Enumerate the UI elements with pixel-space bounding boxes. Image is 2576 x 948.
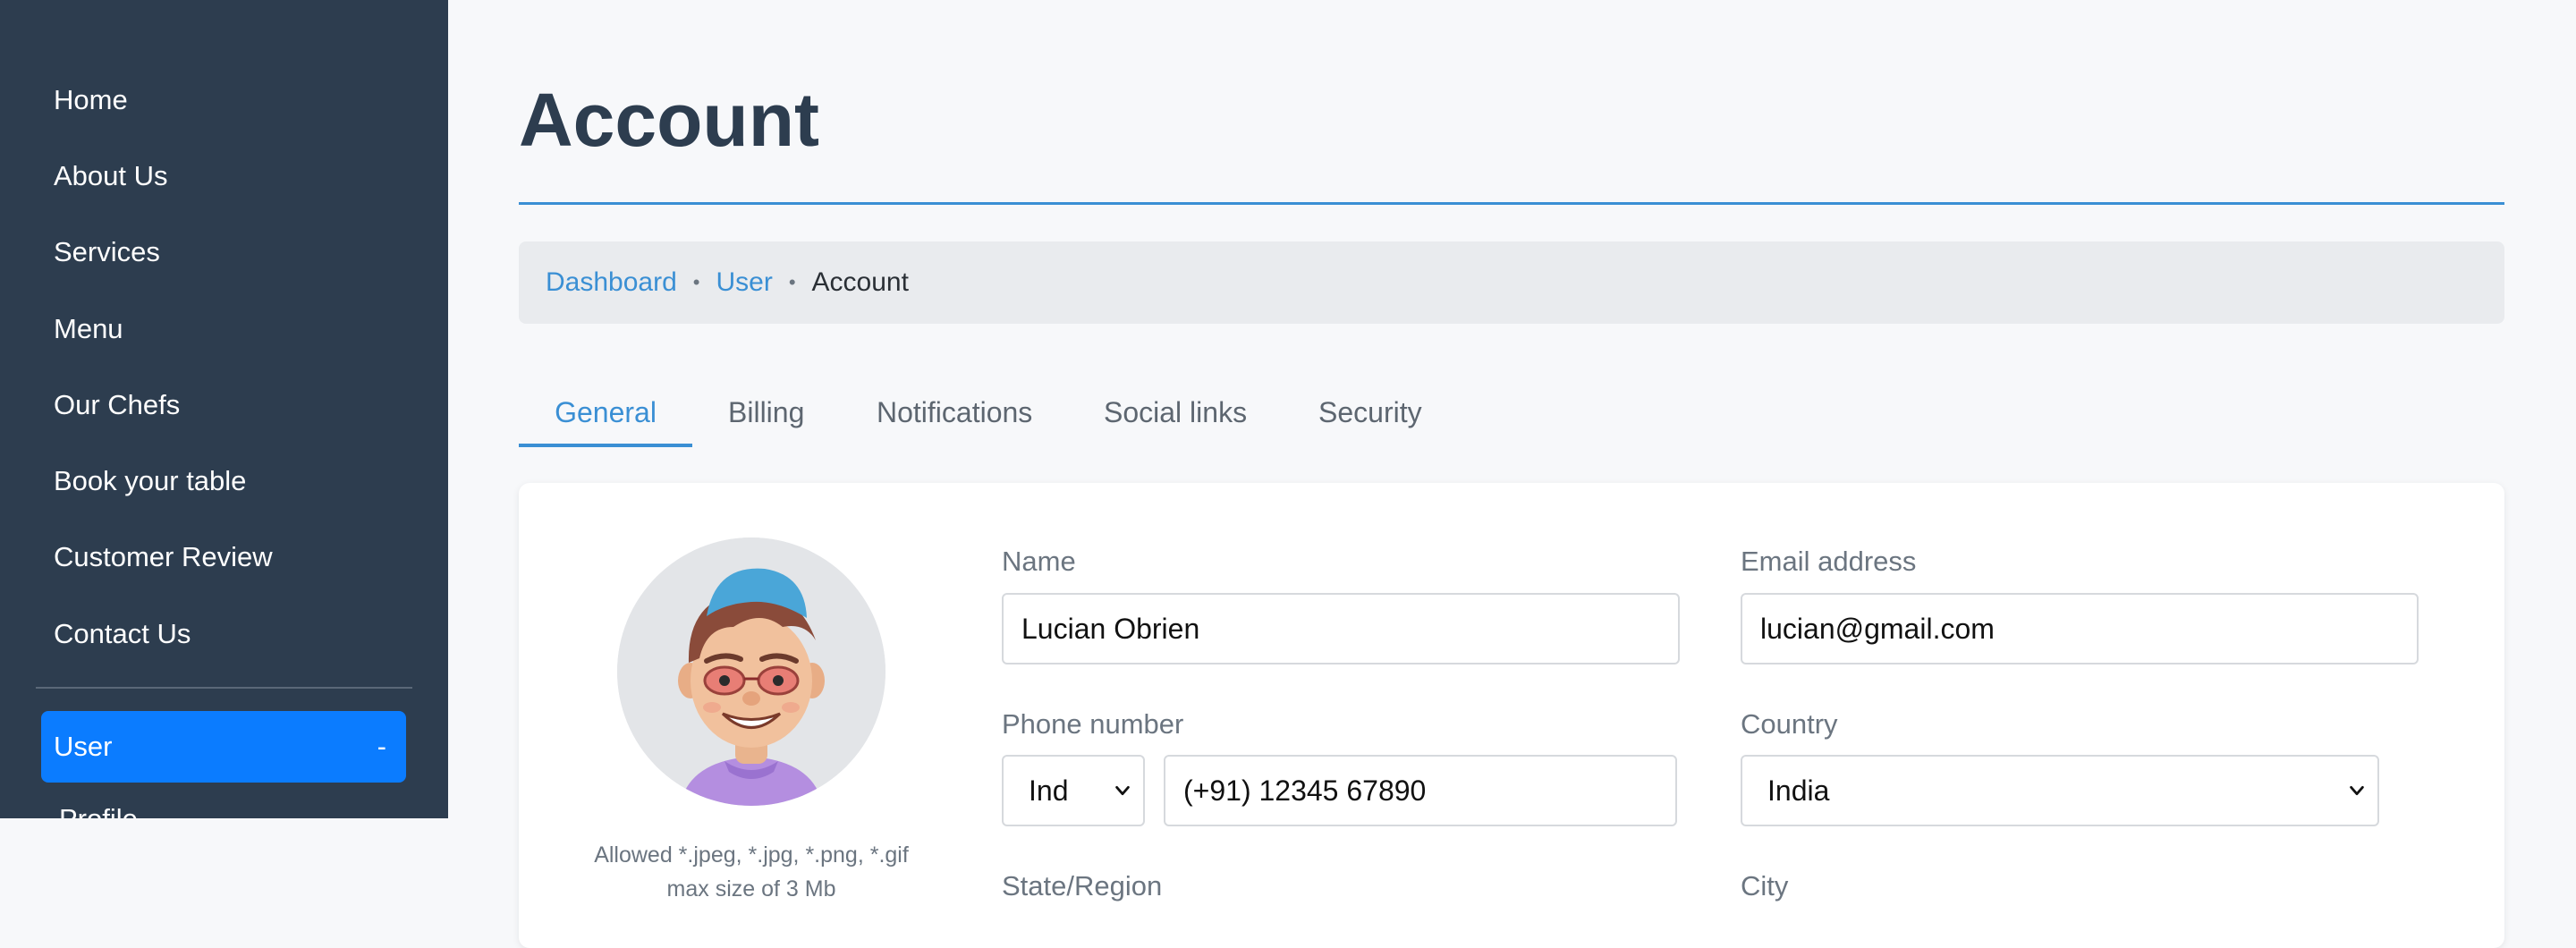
sidebar: Home About Us Services Menu Our Chefs Bo… — [0, 0, 448, 818]
sidebar-item-customer-review[interactable]: Customer Review — [54, 541, 273, 573]
sidebar-item-home[interactable]: Home — [54, 84, 128, 116]
phone-country-code-value: Ind — [1029, 774, 1069, 807]
avatar-illustration-icon — [617, 537, 886, 806]
chevron-down-icon — [1115, 785, 1130, 796]
city-label: City — [1741, 870, 1789, 901]
avatar-max-size: max size of 3 Mb — [666, 876, 836, 901]
tab-security[interactable]: Security — [1318, 385, 1422, 447]
name-field[interactable] — [1002, 593, 1680, 664]
title-divider — [519, 202, 2504, 205]
state-region-label: State/Region — [1002, 870, 1163, 901]
sidebar-item-book-your-table[interactable]: Book your table — [54, 465, 246, 497]
name-label: Name — [1002, 546, 1076, 577]
tab-general[interactable]: General — [519, 385, 692, 447]
sidebar-divider — [36, 687, 412, 689]
country-value: India — [1767, 774, 1830, 807]
breadcrumb-dashboard[interactable]: Dashboard — [546, 267, 677, 298]
email-label: Email address — [1741, 546, 1917, 577]
sidebar-item-menu[interactable]: Menu — [54, 313, 123, 345]
phone-country-code-select[interactable]: Ind — [1002, 755, 1145, 826]
sidebar-item-about-us[interactable]: About Us — [54, 160, 168, 192]
sidebar-item-services[interactable]: Services — [54, 236, 160, 268]
breadcrumb-account: Account — [811, 267, 909, 297]
tab-notifications[interactable]: Notifications — [877, 385, 1032, 447]
sidebar-item-our-chefs[interactable]: Our Chefs — [54, 389, 180, 421]
avatar[interactable] — [617, 537, 886, 806]
phone-label: Phone number — [1002, 708, 1184, 740]
sidebar-item-contact-us[interactable]: Contact Us — [54, 618, 191, 650]
tab-billing[interactable]: Billing — [728, 385, 804, 447]
sidebar-subitem-profile[interactable]: Profile — [59, 803, 138, 818]
page-title: Account — [519, 78, 819, 162]
country-select[interactable]: India — [1741, 755, 2379, 826]
avatar-allowed-types: Allowed *.jpeg, *.jpg, *.png, *.gif — [594, 842, 909, 868]
phone-number-field[interactable] — [1164, 755, 1677, 826]
breadcrumb: Dashboard • User • Account — [519, 241, 2504, 324]
breadcrumb-separator: • — [692, 271, 700, 293]
collapse-indicator: - — [377, 731, 386, 762]
tab-social-links[interactable]: Social links — [1104, 385, 1247, 447]
email-field[interactable] — [1741, 593, 2419, 664]
country-label: Country — [1741, 708, 1838, 740]
chevron-down-icon — [2350, 785, 2364, 796]
breadcrumb-user[interactable]: User — [716, 267, 772, 298]
user-button-label: User — [54, 731, 113, 762]
breadcrumb-separator: • — [788, 271, 796, 293]
sidebar-user-toggle-button[interactable]: User - — [41, 711, 406, 783]
